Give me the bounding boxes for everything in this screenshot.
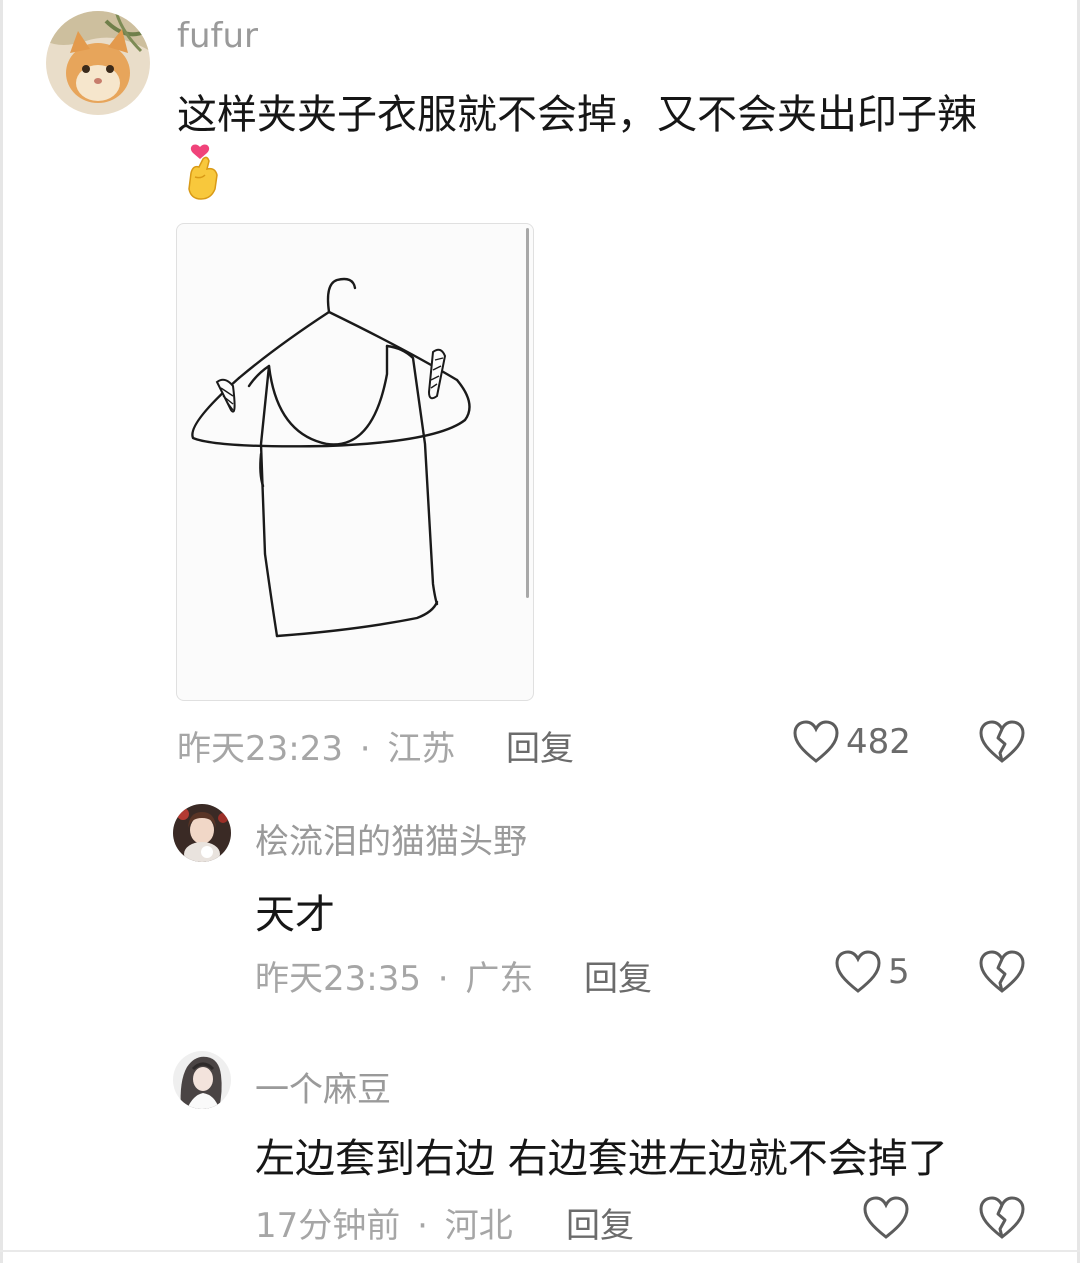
reply-button[interactable]: 回复	[584, 951, 652, 1000]
like-button[interactable]: 5	[834, 950, 910, 994]
like-count: 5	[888, 952, 910, 992]
broken-heart-icon	[979, 720, 1025, 763]
like-button[interactable]	[862, 1196, 916, 1240]
hanger-sketch	[191, 277, 471, 638]
timestamp: 17分钟前	[255, 1206, 401, 1246]
comment-meta: 昨天23:35 · 广东	[255, 951, 533, 1000]
location: 江苏	[387, 729, 456, 769]
separator: ·	[437, 959, 449, 999]
separator: ·	[359, 729, 371, 769]
dislike-button[interactable]	[978, 950, 1026, 998]
broken-heart-icon	[979, 950, 1025, 993]
separator: ·	[417, 1206, 428, 1246]
dislike-button[interactable]	[978, 1196, 1026, 1244]
comment-text: 这样夹夹子衣服就不会掉，又不会夹出印子辣	[177, 92, 977, 138]
location: 河北	[444, 1206, 513, 1246]
avatar[interactable]	[46, 11, 150, 115]
heart-icon	[835, 950, 881, 993]
reply-button[interactable]: 回复	[566, 1198, 634, 1247]
username[interactable]: fufur	[177, 16, 258, 56]
heart-hands-emoji	[183, 143, 223, 203]
image-scrollbar	[526, 228, 529, 598]
username[interactable]: 桧流泪的猫猫头野	[255, 814, 527, 863]
comment-text: 左边套到右边 右边套进左边就不会掉了	[255, 1136, 948, 1182]
comment-meta: 昨天23:23 · 江苏	[177, 721, 455, 770]
dislike-button[interactable]	[978, 720, 1026, 768]
comment-image-drawing[interactable]	[176, 223, 534, 701]
avatar[interactable]	[173, 1051, 231, 1109]
username[interactable]: 一个麻豆	[255, 1062, 391, 1111]
like-button[interactable]: 482	[792, 720, 911, 764]
comment-meta: 17分钟前 · 河北	[255, 1198, 513, 1247]
heart-icon	[863, 1196, 909, 1239]
timestamp: 昨天23:35	[255, 959, 421, 999]
location: 广东	[465, 959, 534, 999]
divider	[0, 1250, 1080, 1252]
timestamp: 昨天23:23	[177, 729, 343, 769]
heart-icon	[793, 720, 839, 763]
left-edge	[0, 0, 3, 1263]
comment-text: 天才	[255, 892, 335, 938]
like-count: 482	[846, 722, 911, 762]
reply-button[interactable]: 回复	[506, 721, 574, 770]
broken-heart-icon	[979, 1196, 1025, 1239]
avatar[interactable]	[173, 804, 231, 862]
